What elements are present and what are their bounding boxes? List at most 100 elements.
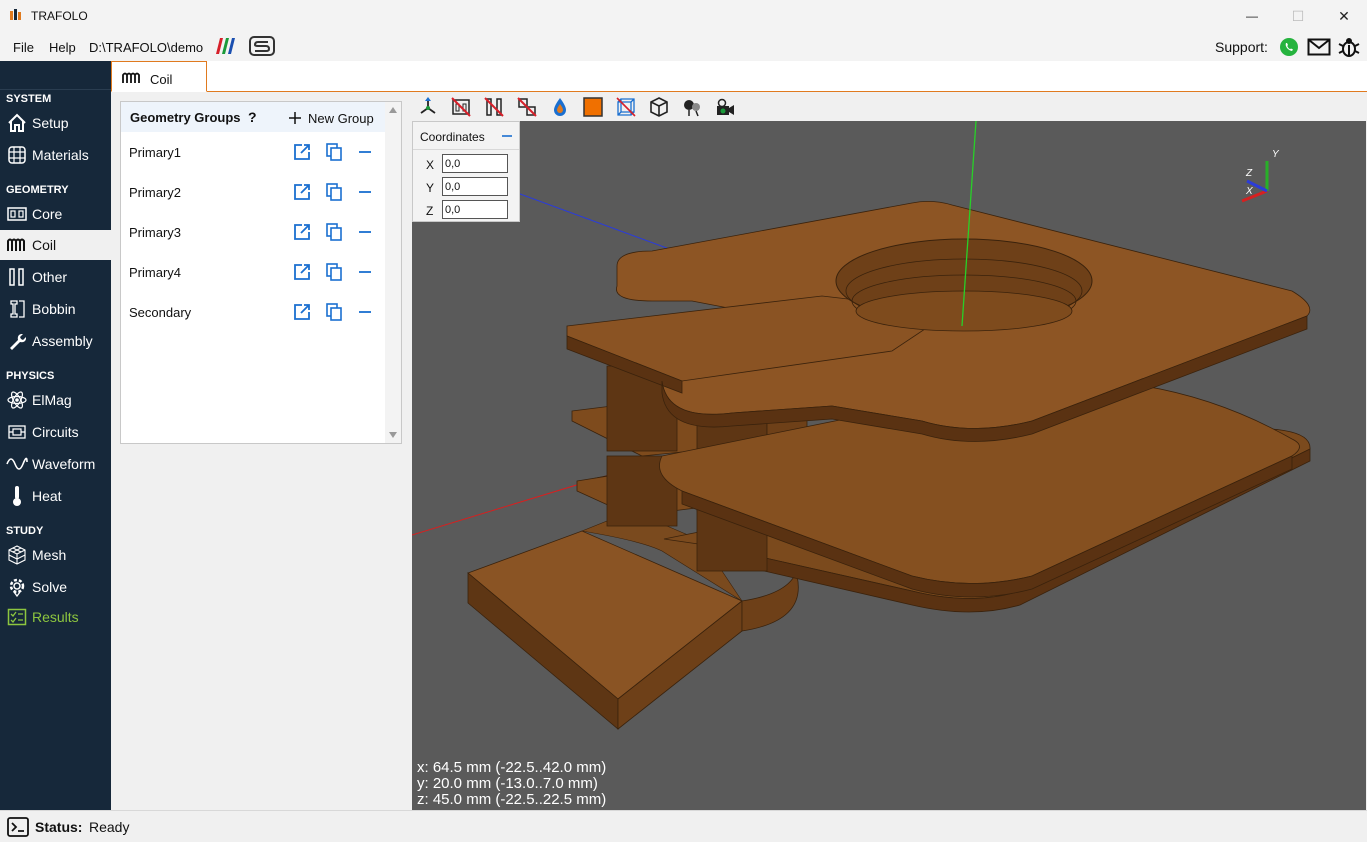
results-check-icon xyxy=(6,606,28,628)
remove-icon[interactable] xyxy=(355,182,375,202)
triad-z-label: Z xyxy=(1245,168,1253,179)
core-icon xyxy=(6,203,28,225)
title-bar: TRAFOLO — ☐ ✕ xyxy=(0,0,1367,32)
triad-x-label: X xyxy=(1245,186,1253,197)
bobbin-icon xyxy=(6,298,28,320)
panel-title: Geometry Groups xyxy=(130,110,241,125)
whatsapp-icon[interactable] xyxy=(1279,37,1299,57)
x-coordinate-input[interactable] xyxy=(442,154,508,173)
bug-report-icon[interactable] xyxy=(1338,36,1360,58)
axes-view-icon[interactable] xyxy=(417,96,439,118)
sidebar-item-bobbin[interactable]: Bobbin xyxy=(0,294,111,324)
wrench-icon xyxy=(6,330,28,352)
sidebar-item-label: ElMag xyxy=(32,392,72,408)
sidebar-item-label: Setup xyxy=(32,115,69,131)
camera-icon[interactable] xyxy=(714,96,736,118)
sidebar-item-heat[interactable]: Heat xyxy=(0,481,111,511)
sidebar-item-mesh[interactable]: Mesh xyxy=(0,540,111,570)
sidebar-item-materials[interactable]: Materials xyxy=(0,140,111,170)
grid-globe-icon xyxy=(6,144,28,166)
lights-icon[interactable] xyxy=(681,96,703,118)
solid-square-icon[interactable] xyxy=(582,96,604,118)
mail-icon[interactable] xyxy=(1307,38,1331,56)
sidebar-item-solve[interactable]: Solve xyxy=(0,572,111,602)
edit-external-icon[interactable] xyxy=(292,302,312,322)
section-system: SYSTEM xyxy=(6,93,52,105)
sidebar-item-waveform[interactable]: Waveform xyxy=(0,449,111,479)
mesh-cube-icon xyxy=(6,544,28,566)
cube-outline-icon[interactable] xyxy=(648,96,670,118)
sidebar-item-coil[interactable]: Coil xyxy=(0,230,111,260)
sidebar-item-assembly[interactable]: Assembly xyxy=(0,326,111,356)
help-button[interactable]: ? xyxy=(248,109,257,125)
sidebar-item-elmag[interactable]: ElMag xyxy=(0,385,111,415)
edit-external-icon[interactable] xyxy=(292,182,312,202)
sidebar-item-label: Other xyxy=(32,269,68,285)
gear-play-icon xyxy=(6,576,28,598)
list-item[interactable]: Primary1 xyxy=(121,132,385,172)
z-coordinate-input[interactable] xyxy=(442,200,508,219)
sidebar-item-other[interactable]: Other xyxy=(0,262,111,292)
edit-external-icon[interactable] xyxy=(292,142,312,162)
colorbar-logo-icon[interactable] xyxy=(213,37,237,55)
plus-icon xyxy=(289,112,301,124)
duplicate-icon[interactable] xyxy=(324,222,344,242)
hide-core-icon[interactable] xyxy=(450,96,472,118)
close-button[interactable]: ✕ xyxy=(1321,0,1367,32)
hide-bobbin-icon[interactable] xyxy=(483,96,505,118)
coil-3d-model[interactable]: Z Y X xyxy=(412,121,1366,810)
scroll-up-icon[interactable] xyxy=(389,107,397,113)
duplicate-icon[interactable] xyxy=(324,262,344,282)
maximize-button[interactable]: ☐ xyxy=(1275,0,1321,32)
remove-icon[interactable] xyxy=(355,142,375,162)
minimize-button[interactable]: — xyxy=(1229,0,1275,32)
duplicate-icon[interactable] xyxy=(324,302,344,322)
panel-header: Geometry Groups ? New Group xyxy=(121,102,385,132)
collapse-icon[interactable] xyxy=(501,132,513,140)
hide-other-icon[interactable] xyxy=(516,96,538,118)
sidebar: SYSTEM Setup Materials GEOMETRY Core Coi… xyxy=(0,61,111,810)
tab-coil[interactable]: Coil xyxy=(111,61,207,92)
scroll-down-icon[interactable] xyxy=(389,432,397,438)
y-coordinate-input[interactable] xyxy=(442,177,508,196)
circuit-icon xyxy=(6,421,28,443)
sidebar-item-results[interactable]: Results xyxy=(0,602,111,632)
coil-icon xyxy=(122,72,140,83)
duplicate-icon[interactable] xyxy=(324,142,344,162)
triad-y-label: Y xyxy=(1272,149,1280,160)
edit-external-icon[interactable] xyxy=(292,222,312,242)
thermometer-icon xyxy=(6,485,28,507)
maximize-icon: ☐ xyxy=(1291,7,1305,24)
list-item[interactable]: Secondary xyxy=(121,292,385,332)
new-group-label: New Group xyxy=(308,110,374,126)
sidebar-item-circuits[interactable]: Circuits xyxy=(0,417,111,447)
s-logo-icon[interactable] xyxy=(249,36,275,56)
new-group-button[interactable]: New Group xyxy=(288,107,374,129)
sidebar-item-label: Bobbin xyxy=(32,301,76,317)
menu-file[interactable]: File xyxy=(13,40,34,55)
sidebar-item-core[interactable]: Core xyxy=(0,199,111,229)
3d-viewport[interactable]: Z Y X Coordinates X Y Z x: 64.5 mm (-22.… xyxy=(412,121,1366,810)
other-icon xyxy=(6,266,28,288)
duplicate-icon[interactable] xyxy=(324,182,344,202)
list-item[interactable]: Primary2 xyxy=(121,172,385,212)
sidebar-item-setup[interactable]: Setup xyxy=(0,108,111,138)
drop-icon[interactable] xyxy=(549,96,571,118)
sidebar-item-label: Materials xyxy=(32,147,89,163)
list-item[interactable]: Primary3 xyxy=(121,212,385,252)
edit-external-icon[interactable] xyxy=(292,262,312,282)
list-item[interactable]: Primary4 xyxy=(121,252,385,292)
viewport-toolbar xyxy=(412,92,1367,121)
terminal-icon[interactable] xyxy=(7,817,29,837)
remove-icon[interactable] xyxy=(355,302,375,322)
remove-icon[interactable] xyxy=(355,262,375,282)
group-name: Secondary xyxy=(129,305,192,320)
menu-bar: File Help D:\TRAFOLO\demo Support: xyxy=(0,32,1367,61)
group-name: Primary2 xyxy=(129,185,182,200)
scrollbar[interactable] xyxy=(385,102,401,443)
status-label: Status: xyxy=(35,819,83,835)
menu-help[interactable]: Help xyxy=(49,40,76,55)
remove-icon[interactable] xyxy=(355,222,375,242)
wire-cube-icon[interactable] xyxy=(615,96,637,118)
section-geometry: GEOMETRY xyxy=(6,184,69,196)
